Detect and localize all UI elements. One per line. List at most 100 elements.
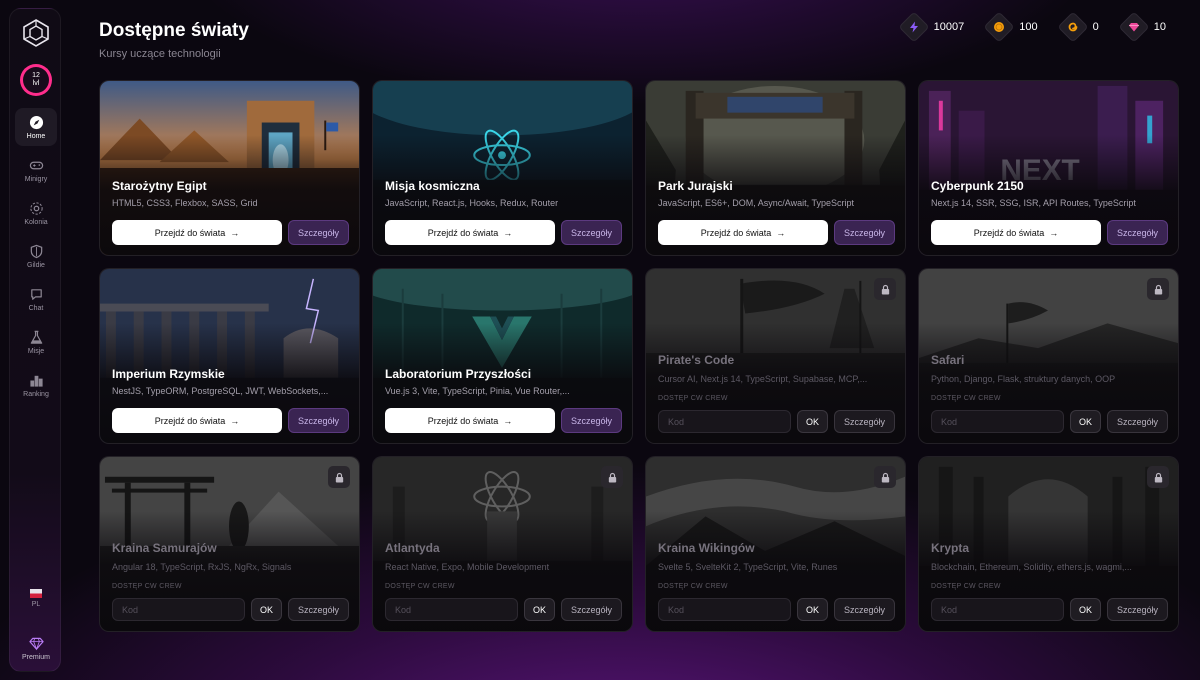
ok-button[interactable]: OK bbox=[524, 598, 555, 621]
details-button[interactable]: Szczegóły bbox=[561, 408, 622, 433]
access-label: DOSTĘP CW CREW bbox=[931, 395, 1001, 402]
compass-icon bbox=[29, 115, 43, 129]
world-card-safari: Safari Python, Django, Flask, struktury … bbox=[918, 268, 1179, 444]
enter-label: Przejdź do świata bbox=[154, 415, 226, 426]
details-button[interactable]: Szczegóły bbox=[834, 598, 895, 621]
ok-button[interactable]: OK bbox=[251, 598, 282, 621]
access-label: DOSTĘP CW CREW bbox=[658, 583, 728, 590]
app-logo-icon[interactable] bbox=[21, 18, 51, 48]
access-label: DOSTĘP CW CREW bbox=[931, 583, 1001, 590]
details-button[interactable]: Szczegóły bbox=[561, 220, 622, 245]
nav-label: Gildie bbox=[27, 261, 45, 269]
shield-icon bbox=[30, 244, 42, 258]
details-button[interactable]: Szczegóły bbox=[1107, 220, 1168, 245]
ok-button[interactable]: OK bbox=[797, 410, 828, 433]
world-card-pirates-code: Pirate's Code Cursor AI, Next.js 14, Typ… bbox=[645, 268, 906, 444]
details-button[interactable]: Szczegóły bbox=[288, 220, 349, 245]
nav-label: Minigry bbox=[24, 175, 48, 183]
premium-button[interactable]: Premium bbox=[15, 629, 57, 667]
nav-label: Chat bbox=[28, 304, 44, 312]
enter-world-button[interactable]: Przejdź do świata → bbox=[658, 220, 828, 245]
chat-icon bbox=[30, 288, 42, 300]
details-button[interactable]: Szczegóły bbox=[1107, 410, 1168, 433]
energy-value: 10007 bbox=[933, 21, 965, 33]
flask-icon bbox=[30, 330, 42, 344]
lock-icon bbox=[328, 466, 350, 488]
world-name: Laboratorium Przyszłości bbox=[385, 367, 532, 381]
access-code-input[interactable] bbox=[658, 410, 791, 433]
details-button[interactable]: Szczegóły bbox=[288, 598, 349, 621]
world-name: Starożytny Egipt bbox=[112, 179, 207, 193]
world-card-cyberpunk-2150: NEXT Cyberpunk 2150 Next.js 14, SSR, SSG… bbox=[918, 80, 1179, 256]
world-name: Cyberpunk 2150 bbox=[931, 179, 1024, 193]
nav-label: Misje bbox=[27, 347, 45, 355]
access-label: DOSTĘP CW CREW bbox=[112, 583, 182, 590]
world-tags: Blockchain, Ethereum, Solidity, ethers.j… bbox=[931, 562, 1132, 572]
world-tags: JavaScript, React.js, Hooks, Redux, Rout… bbox=[385, 198, 559, 208]
world-card-atlantyda: Atlantyda React Native, Expo, Mobile Dev… bbox=[372, 456, 633, 632]
language-label: PL bbox=[31, 600, 41, 608]
world-name: Atlantyda bbox=[385, 541, 440, 555]
ok-button[interactable]: OK bbox=[797, 598, 828, 621]
access-code-input[interactable] bbox=[658, 598, 791, 621]
world-tags: Python, Django, Flask, struktury danych,… bbox=[931, 374, 1116, 384]
world-card-kraina-wikingow: Kraina Wikingów Svelte 5, SvelteKit 2, T… bbox=[645, 456, 906, 632]
lock-icon bbox=[1147, 278, 1169, 300]
arrow-right-icon: → bbox=[230, 415, 240, 426]
nav-label: Ranking bbox=[23, 390, 49, 398]
nav-item-misje[interactable]: Misje bbox=[15, 323, 57, 361]
world-name: Park Jurajski bbox=[658, 179, 733, 193]
lock-icon bbox=[601, 466, 623, 488]
nav-item-ranking[interactable]: Ranking bbox=[15, 366, 57, 404]
world-tags: Vue.js 3, Vite, TypeScript, Pinia, Vue R… bbox=[385, 386, 570, 396]
access-code-input[interactable] bbox=[931, 410, 1064, 433]
world-tags: React Native, Expo, Mobile Development bbox=[385, 562, 550, 572]
arrow-right-icon: → bbox=[230, 227, 240, 238]
arrow-right-icon: → bbox=[1049, 227, 1059, 238]
world-name: Krypta bbox=[931, 541, 970, 555]
colony-icon bbox=[29, 201, 43, 215]
nav-item-kolonia[interactable]: Kolonia bbox=[15, 194, 57, 232]
energy-stat[interactable]: 10007 bbox=[898, 11, 965, 43]
world-name: Kraina Wikingów bbox=[658, 541, 755, 555]
nav-item-chat[interactable]: Chat bbox=[15, 280, 57, 318]
world-card-starozytny-egipt: Starożytny Egipt HTML5, CSS3, Flexbox, S… bbox=[99, 80, 360, 256]
access-code-input[interactable] bbox=[112, 598, 245, 621]
spiral-stat[interactable]: 0 bbox=[1057, 11, 1099, 43]
page-subtitle: Kursy uczące technologii bbox=[99, 48, 221, 60]
enter-world-button[interactable]: Przejdź do świata → bbox=[112, 408, 282, 433]
enter-world-button[interactable]: Przejdź do świata → bbox=[112, 220, 282, 245]
gem-icon bbox=[1128, 23, 1139, 32]
nav-item-gildie[interactable]: Gildie bbox=[15, 237, 57, 275]
enter-world-button[interactable]: Przejdź do świata → bbox=[385, 408, 555, 433]
enter-world-button[interactable]: Przejdź do świata → bbox=[931, 220, 1101, 245]
details-button[interactable]: Szczegóły bbox=[834, 220, 895, 245]
spiral-value: 0 bbox=[1092, 21, 1099, 33]
world-card-kraina-samurajow: Kraina Samurajów Angular 18, TypeScript,… bbox=[99, 456, 360, 632]
access-code-input[interactable] bbox=[385, 598, 518, 621]
enter-world-button[interactable]: Przejdź do świata → bbox=[385, 220, 555, 245]
lock-icon bbox=[874, 466, 896, 488]
ok-button[interactable]: OK bbox=[1070, 598, 1101, 621]
gamepad-icon bbox=[29, 161, 43, 169]
details-button[interactable]: Szczegóły bbox=[1107, 598, 1168, 621]
gems-stat[interactable]: 10 bbox=[1118, 11, 1166, 43]
details-button[interactable]: Szczegóły bbox=[834, 410, 895, 433]
details-button[interactable]: Szczegóły bbox=[288, 408, 349, 433]
access-label: DOSTĘP CW CREW bbox=[658, 395, 728, 402]
world-name: Pirate's Code bbox=[658, 353, 735, 367]
arrow-right-icon: → bbox=[503, 227, 513, 238]
language-switch[interactable]: PL bbox=[15, 579, 57, 617]
gems-value: 10 bbox=[1153, 21, 1166, 33]
lock-icon bbox=[1147, 466, 1169, 488]
details-button[interactable]: Szczegóły bbox=[561, 598, 622, 621]
nav-item-minigry[interactable]: Minigry bbox=[15, 151, 57, 189]
enter-label: Przejdź do świata bbox=[973, 227, 1045, 238]
ok-button[interactable]: OK bbox=[1070, 410, 1101, 433]
world-tags: Angular 18, TypeScript, RxJS, NgRx, Sign… bbox=[112, 562, 292, 572]
coins-stat[interactable]: 100 bbox=[983, 11, 1038, 43]
nav-item-home[interactable]: Home bbox=[15, 108, 57, 146]
access-code-input[interactable] bbox=[931, 598, 1064, 621]
level-badge[interactable]: 12 lvl bbox=[20, 64, 52, 96]
energy-icon bbox=[909, 21, 918, 33]
